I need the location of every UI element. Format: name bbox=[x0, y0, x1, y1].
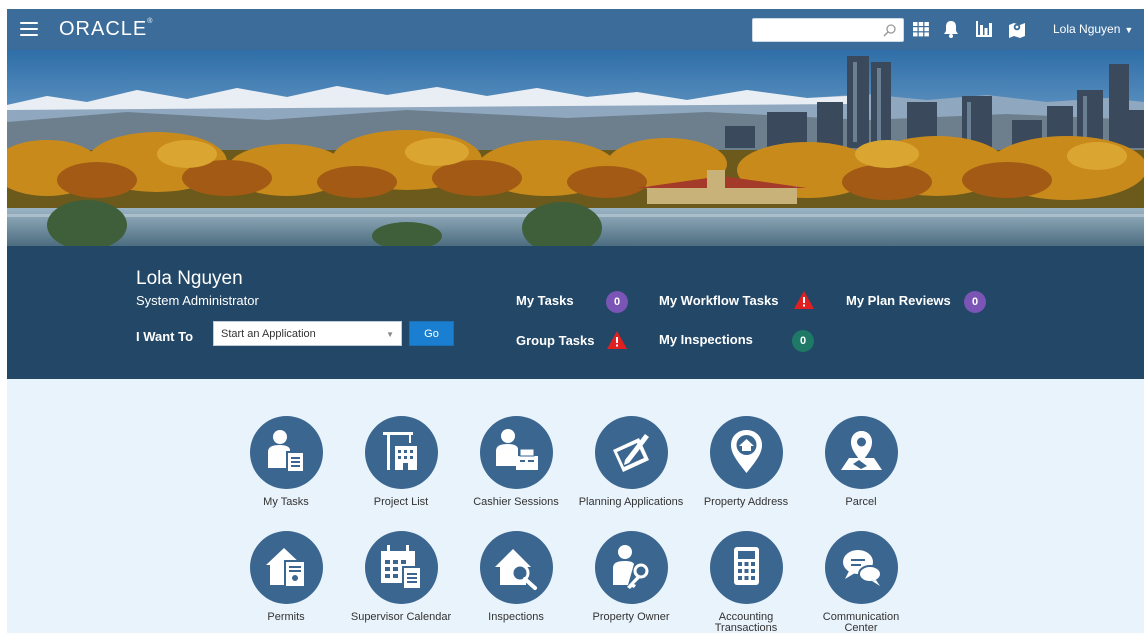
tile-accounting-transactions[interactable]: Accounting Transactions bbox=[691, 531, 801, 633]
tile-planning-applications-circle bbox=[594, 416, 668, 489]
app-frame: ORACLE® Lola Nguyen ▼ Lola Nguyen System… bbox=[7, 9, 1144, 633]
search-icon[interactable] bbox=[883, 23, 897, 37]
user-document-icon bbox=[267, 430, 305, 473]
warning-icon[interactable] bbox=[793, 290, 815, 310]
home-pin-icon bbox=[730, 430, 762, 473]
tile-my-tasks-circle bbox=[249, 416, 323, 489]
user-name: Lola Nguyen bbox=[136, 268, 243, 289]
warning-icon[interactable] bbox=[606, 330, 628, 350]
tile-label: Parcel bbox=[845, 496, 877, 508]
user-key-icon bbox=[612, 545, 648, 589]
tile-my-tasks[interactable]: My Tasks bbox=[231, 416, 341, 508]
tile-property-owner[interactable]: Property Owner bbox=[576, 531, 686, 623]
tile-label: Planning Applications bbox=[578, 496, 684, 508]
tile-label: Accounting Transactions bbox=[714, 611, 778, 633]
my-workflow-tasks-link[interactable]: My Workflow Tasks bbox=[659, 293, 778, 308]
user-role: System Administrator bbox=[136, 293, 259, 308]
tile-property-address-circle bbox=[709, 416, 783, 489]
tile-inspections-circle bbox=[479, 531, 553, 604]
user-name-label: Lola Nguyen bbox=[1053, 22, 1121, 36]
go-button[interactable]: Go bbox=[409, 321, 454, 346]
blueprint-pencil-icon bbox=[612, 434, 649, 472]
tile-cashier-sessions[interactable]: Cashier Sessions bbox=[461, 416, 571, 508]
tile-property-owner-circle bbox=[594, 531, 668, 604]
my-inspections-count-badge[interactable]: 0 bbox=[792, 330, 814, 352]
tile-permits-circle bbox=[249, 531, 323, 604]
my-tasks-link[interactable]: My Tasks bbox=[516, 293, 574, 308]
oracle-logo: ORACLE® bbox=[59, 18, 154, 40]
tile-label: My Tasks bbox=[263, 496, 309, 508]
tile-label: Supervisor Calendar bbox=[350, 611, 452, 623]
calendar-icon bbox=[380, 545, 422, 590]
my-tasks-count-badge[interactable]: 0 bbox=[606, 291, 628, 313]
map-pin-icon[interactable] bbox=[1007, 19, 1027, 39]
tile-label: Communication Center bbox=[822, 611, 900, 633]
bar-chart-icon[interactable] bbox=[974, 19, 994, 39]
tile-property-address[interactable]: Property Address bbox=[691, 416, 801, 508]
tile-label: Property Address bbox=[703, 496, 789, 508]
user-menu[interactable]: Lola Nguyen ▼ bbox=[1053, 22, 1133, 36]
tile-communication-center[interactable]: Communication Center bbox=[806, 531, 916, 633]
global-search bbox=[752, 18, 904, 42]
i-want-to-label: I Want To bbox=[136, 329, 194, 344]
tile-parcel-circle bbox=[824, 416, 898, 489]
chevron-down-icon: ▼ bbox=[1124, 25, 1134, 35]
chevron-down-icon: ▼ bbox=[386, 330, 394, 339]
my-inspections-link[interactable]: My Inspections bbox=[659, 332, 753, 347]
tile-project-list[interactable]: Project List bbox=[346, 416, 456, 508]
tile-label: Cashier Sessions bbox=[473, 496, 559, 508]
bell-icon[interactable] bbox=[941, 19, 961, 39]
house-magnifier-icon bbox=[494, 549, 537, 590]
building-crane-icon bbox=[382, 432, 417, 470]
action-select[interactable]: Start an Application ▼ bbox=[213, 321, 402, 346]
tile-project-list-circle bbox=[364, 416, 438, 489]
chat-bubbles-icon bbox=[842, 550, 882, 586]
tile-communication-center-circle bbox=[824, 531, 898, 604]
top-navigation-bar: ORACLE® Lola Nguyen ▼ bbox=[7, 9, 1144, 50]
calculator-icon bbox=[733, 547, 759, 585]
apps-grid-icon[interactable] bbox=[911, 19, 931, 39]
tile-planning-applications[interactable]: Planning Applications bbox=[576, 416, 686, 508]
my-plan-reviews-link[interactable]: My Plan Reviews bbox=[846, 293, 951, 308]
city-skyline-banner bbox=[7, 50, 1144, 246]
tile-supervisor-calendar-circle bbox=[364, 531, 438, 604]
tile-parcel[interactable]: Parcel bbox=[806, 416, 916, 508]
tile-inspections[interactable]: Inspections bbox=[461, 531, 571, 623]
house-document-icon bbox=[265, 548, 306, 588]
tile-label: Property Owner bbox=[592, 611, 670, 623]
tile-permits[interactable]: Permits bbox=[231, 531, 341, 623]
action-select-value: Start an Application bbox=[221, 328, 316, 340]
tile-supervisor-calendar[interactable]: Supervisor Calendar bbox=[346, 531, 456, 623]
group-tasks-link[interactable]: Group Tasks bbox=[516, 333, 595, 348]
tile-cashier-sessions-circle bbox=[479, 416, 553, 489]
user-summary-band: Lola Nguyen System Administrator I Want … bbox=[7, 246, 1144, 379]
map-pin-icon bbox=[840, 431, 882, 470]
search-input[interactable] bbox=[757, 21, 877, 39]
cashier-icon bbox=[495, 429, 538, 470]
tile-accounting-transactions-circle bbox=[709, 531, 783, 604]
tile-label: Permits bbox=[267, 611, 305, 623]
my-plan-reviews-count-badge[interactable]: 0 bbox=[964, 291, 986, 313]
tile-label: Inspections bbox=[488, 611, 544, 623]
tile-label: Project List bbox=[373, 496, 429, 508]
hamburger-menu-icon[interactable] bbox=[20, 22, 38, 37]
